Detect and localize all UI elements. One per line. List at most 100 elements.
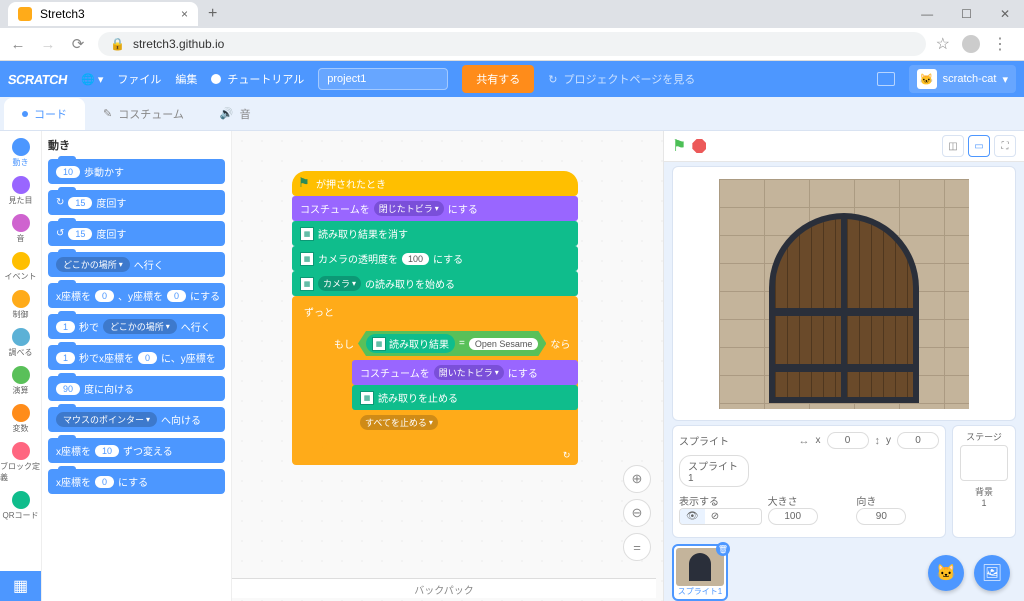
- add-backdrop-button[interactable]: 🖼: [974, 555, 1010, 591]
- hide-button[interactable]: ⊘: [705, 509, 725, 524]
- block-change-x[interactable]: x座標を10ずつ変える: [48, 438, 225, 463]
- block-point-to[interactable]: マウスのポインター▾へ向ける: [48, 407, 225, 432]
- block-read-result[interactable]: ▦読み取り結果: [366, 334, 455, 353]
- qr-icon: ▦: [372, 337, 386, 351]
- block-turn-ccw[interactable]: ↺15度回す: [48, 221, 225, 246]
- qr-icon: ▦: [300, 252, 314, 266]
- edit-menu[interactable]: 編集: [175, 71, 197, 87]
- add-sprite-button[interactable]: 🐱: [928, 555, 964, 591]
- direction-input[interactable]: 90: [856, 508, 906, 525]
- stage-large-button[interactable]: ▭: [968, 135, 990, 157]
- browser-tab[interactable]: Stretch3 ×: [8, 2, 198, 26]
- scratch-menu-bar: SCRATCH 🌐 ▾ ファイル 編集 チュートリアル project1 共有す…: [0, 61, 1024, 97]
- block-stop-read[interactable]: ▦読み取りを止める: [352, 385, 578, 410]
- palette-title: 動き: [48, 137, 225, 153]
- qr-icon: ▦: [300, 227, 314, 241]
- see-project-page[interactable]: ↻ プロジェクトページを見る: [548, 71, 695, 87]
- green-flag-button[interactable]: ⚑: [672, 136, 686, 156]
- cat-qrcode[interactable]: QRコード: [0, 488, 41, 524]
- block-goto[interactable]: どこかの場所▾へ行く: [48, 252, 225, 277]
- stage-thumbnail[interactable]: [960, 445, 1008, 481]
- x-input[interactable]: 0: [827, 432, 869, 449]
- block-glide-xy[interactable]: 1秒でx座標を0に、y座標を: [48, 345, 225, 370]
- sprite-name-input[interactable]: スプライト1: [679, 455, 749, 487]
- zoom-reset-button[interactable]: =: [623, 533, 651, 561]
- my-stuff-icon[interactable]: [877, 72, 895, 86]
- menu-icon[interactable]: ⋮: [992, 34, 1008, 54]
- block-stop-all[interactable]: すべてを止める▾: [352, 410, 578, 435]
- block-forever[interactable]: ずっと もし ▦読み取り結果 = Open Sesame なら コスチュ: [292, 296, 578, 465]
- block-camera-trans[interactable]: ▦カメラの透明度を100にする: [292, 246, 578, 271]
- fullscreen-button[interactable]: ⛶: [994, 135, 1016, 157]
- block-equals[interactable]: ▦読み取り結果 = Open Sesame: [358, 331, 546, 356]
- user-menu[interactable]: 🐱 scratch-cat ▾: [909, 65, 1016, 93]
- sound-icon: 🔊: [220, 107, 234, 120]
- size-input[interactable]: 100: [768, 508, 818, 525]
- script-area[interactable]: ⚑が押されたとき コスチュームを閉じたトビラ▾にする ▦読み取り結果を消す ▦カ…: [232, 131, 664, 601]
- share-button[interactable]: 共有する: [462, 65, 534, 93]
- tab-costumes[interactable]: ✎コスチューム: [85, 98, 202, 130]
- star-icon[interactable]: ☆: [936, 34, 950, 54]
- file-menu[interactable]: ファイル: [117, 71, 161, 87]
- block-clear-result[interactable]: ▦読み取り結果を消す: [292, 221, 578, 246]
- brush-icon: ✎: [103, 107, 112, 120]
- browser-chrome: Stretch3 × + — ☐ ✕ ← → ⟳ 🔒 stretch3.gith…: [0, 0, 1024, 61]
- cat-operators[interactable]: 演算: [0, 363, 41, 399]
- language-menu[interactable]: 🌐 ▾: [81, 73, 103, 86]
- block-start-read[interactable]: ▦カメラ▾の読み取りを始める: [292, 271, 578, 296]
- script-stack[interactable]: ⚑が押されたとき コスチュームを閉じたトビラ▾にする ▦読み取り結果を消す ▦カ…: [292, 171, 578, 465]
- close-tab-icon[interactable]: ×: [181, 7, 188, 21]
- visibility-toggle[interactable]: 👁⊘: [679, 508, 762, 525]
- stop-button[interactable]: [692, 139, 706, 153]
- y-icon: ↕: [875, 435, 881, 447]
- zoom-controls: ⊕ ⊖ =: [623, 465, 651, 561]
- block-glide[interactable]: 1秒でどこかの場所▾へ行く: [48, 314, 225, 339]
- show-button[interactable]: 👁: [680, 509, 705, 524]
- new-tab-button[interactable]: +: [198, 5, 227, 23]
- workspace: 動き 見た目 音 イベント 制御 調べる 演算 変数 ブロック定義 QRコード …: [0, 131, 1024, 601]
- reload-button[interactable]: ⟳: [68, 35, 88, 53]
- add-extension-button[interactable]: ▦: [0, 571, 41, 601]
- delete-sprite-button[interactable]: 🗑: [716, 542, 730, 556]
- zoom-in-button[interactable]: ⊕: [623, 465, 651, 493]
- tab-sounds[interactable]: 🔊音: [202, 98, 269, 130]
- cat-sensing[interactable]: 調べる: [0, 325, 41, 361]
- cat-control[interactable]: 制御: [0, 287, 41, 323]
- stage[interactable]: [672, 166, 1016, 421]
- backpack[interactable]: バックパック: [232, 578, 656, 598]
- maximize-button[interactable]: ☐: [947, 3, 986, 25]
- block-when-flag-clicked[interactable]: ⚑が押されたとき: [292, 171, 578, 196]
- cat-looks[interactable]: 見た目: [0, 173, 41, 209]
- tutorial-button[interactable]: チュートリアル: [211, 71, 304, 87]
- block-switch-costume-open[interactable]: コスチュームを開いたトビラ▾にする: [352, 360, 578, 385]
- close-window-button[interactable]: ✕: [986, 3, 1024, 25]
- cat-events[interactable]: イベント: [0, 249, 41, 285]
- zoom-out-button[interactable]: ⊖: [623, 499, 651, 527]
- cat-motion[interactable]: 動き: [0, 135, 41, 171]
- window-controls: — ☐ ✕: [907, 3, 1024, 25]
- stage-small-button[interactable]: ◫: [942, 135, 964, 157]
- back-button[interactable]: ←: [8, 36, 28, 53]
- block-set-x[interactable]: x座標を0にする: [48, 469, 225, 494]
- block-turn-cw[interactable]: ↻15度回す: [48, 190, 225, 215]
- block-switch-costume[interactable]: コスチュームを閉じたトビラ▾にする: [292, 196, 578, 221]
- cat-myblocks[interactable]: ブロック定義: [0, 439, 41, 486]
- y-input[interactable]: 0: [897, 432, 939, 449]
- block-if[interactable]: もし ▦読み取り結果 = Open Sesame なら コスチュームを開いたトビ…: [322, 323, 578, 449]
- project-name-input[interactable]: project1: [318, 68, 448, 90]
- block-point-dir[interactable]: 90度に向ける: [48, 376, 225, 401]
- flag-icon: ⚑: [298, 175, 310, 191]
- cat-variables[interactable]: 変数: [0, 401, 41, 437]
- forward-button[interactable]: →: [38, 36, 58, 53]
- favicon: [18, 7, 32, 21]
- tab-code[interactable]: コード: [4, 98, 85, 130]
- cat-sound[interactable]: 音: [0, 211, 41, 247]
- url-input[interactable]: 🔒 stretch3.github.io: [98, 32, 926, 56]
- minimize-button[interactable]: —: [907, 3, 947, 25]
- block-goto-xy[interactable]: x座標を0、y座標を0にする: [48, 283, 225, 308]
- block-move-steps[interactable]: 10歩動かす: [48, 159, 225, 184]
- block-palette[interactable]: 動き 10歩動かす ↻15度回す ↺15度回す どこかの場所▾へ行く x座標を0…: [42, 131, 232, 601]
- scratch-logo[interactable]: SCRATCH: [7, 72, 68, 87]
- profile-icon[interactable]: [962, 35, 980, 53]
- sprite-thumbnail[interactable]: 🗑 スプライト1: [672, 544, 728, 601]
